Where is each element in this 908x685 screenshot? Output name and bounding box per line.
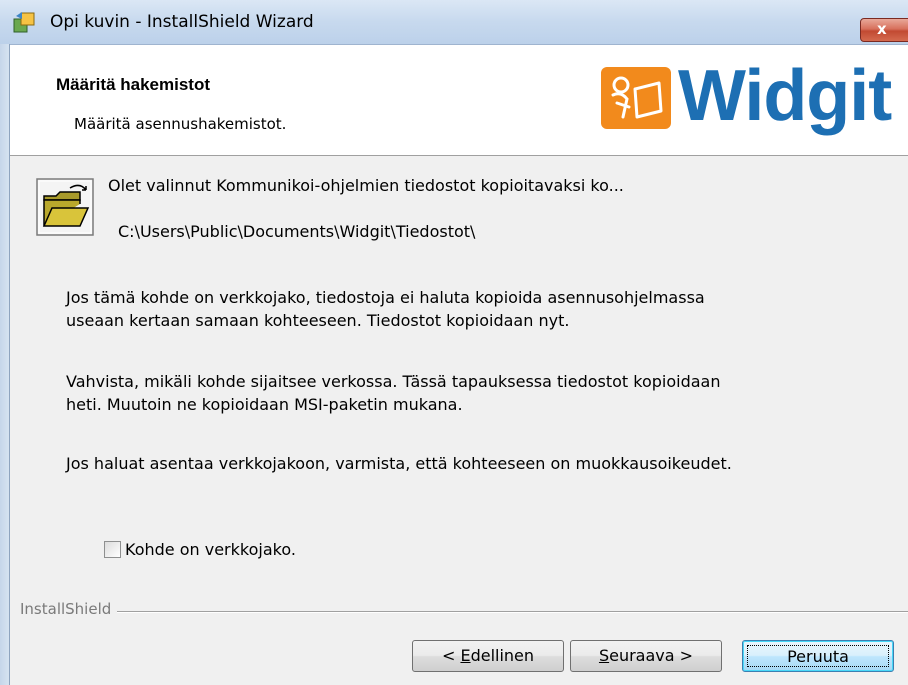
header-banner: Määritä hakemistot Määritä asennushakemi… — [10, 45, 908, 156]
installer-app-icon — [13, 12, 35, 33]
next-button[interactable]: Seuraava > — [570, 640, 722, 672]
installer-window: Opi kuvin - InstallShield Wizard x Määri… — [0, 0, 908, 685]
back-button-mnemonic: E — [460, 646, 471, 665]
widgit-logo-icon — [601, 67, 671, 129]
back-button-label: dellinen — [470, 646, 535, 665]
page-subtitle: Määritä asennushakemistot. — [74, 115, 287, 133]
close-button[interactable]: x — [860, 18, 908, 42]
network-share-checkbox[interactable] — [104, 540, 121, 558]
back-button[interactable]: < Edellinen — [412, 640, 564, 672]
network-share-checkbox-row[interactable]: Kohde on verkkojako. — [104, 538, 296, 560]
destination-info-text: Olet valinnut Kommunikoi-ohjelmien tiedo… — [108, 176, 624, 195]
open-folder-icon — [36, 178, 94, 236]
content-area: Olet valinnut Kommunikoi-ohjelmien tiedo… — [10, 156, 908, 685]
confirm-network-paragraph: Vahvista, mikäli kohde sijaitsee verkoss… — [66, 372, 721, 414]
network-share-paragraph: Jos tämä kohde on verkkojako, tiedostoja… — [66, 288, 705, 330]
window-title: Opi kuvin - InstallShield Wizard — [50, 12, 314, 32]
destination-path: C:\Users\Public\Documents\Widgit\Tiedost… — [118, 222, 476, 241]
footer-separator — [20, 611, 908, 613]
next-button-label: euraava > — [609, 646, 694, 665]
permissions-paragraph: Jos haluat asentaa verkkojakoon, varmist… — [66, 454, 732, 473]
widgit-logo-text: Widgit — [678, 56, 892, 136]
cancel-button-label: Peruuta — [747, 645, 889, 667]
back-button-prefix: < — [441, 646, 461, 665]
cancel-button[interactable]: Peruuta — [742, 640, 894, 672]
title-bar: Opi kuvin - InstallShield Wizard x — [0, 0, 908, 45]
widgit-symbol-icon — [611, 76, 663, 119]
page-title: Määritä hakemistot — [56, 75, 210, 94]
installshield-brand: InstallShield — [20, 600, 118, 618]
network-share-checkbox-label[interactable]: Kohde on verkkojako. — [125, 540, 296, 559]
window-frame-left — [0, 44, 10, 685]
next-button-mnemonic: S — [598, 646, 610, 665]
